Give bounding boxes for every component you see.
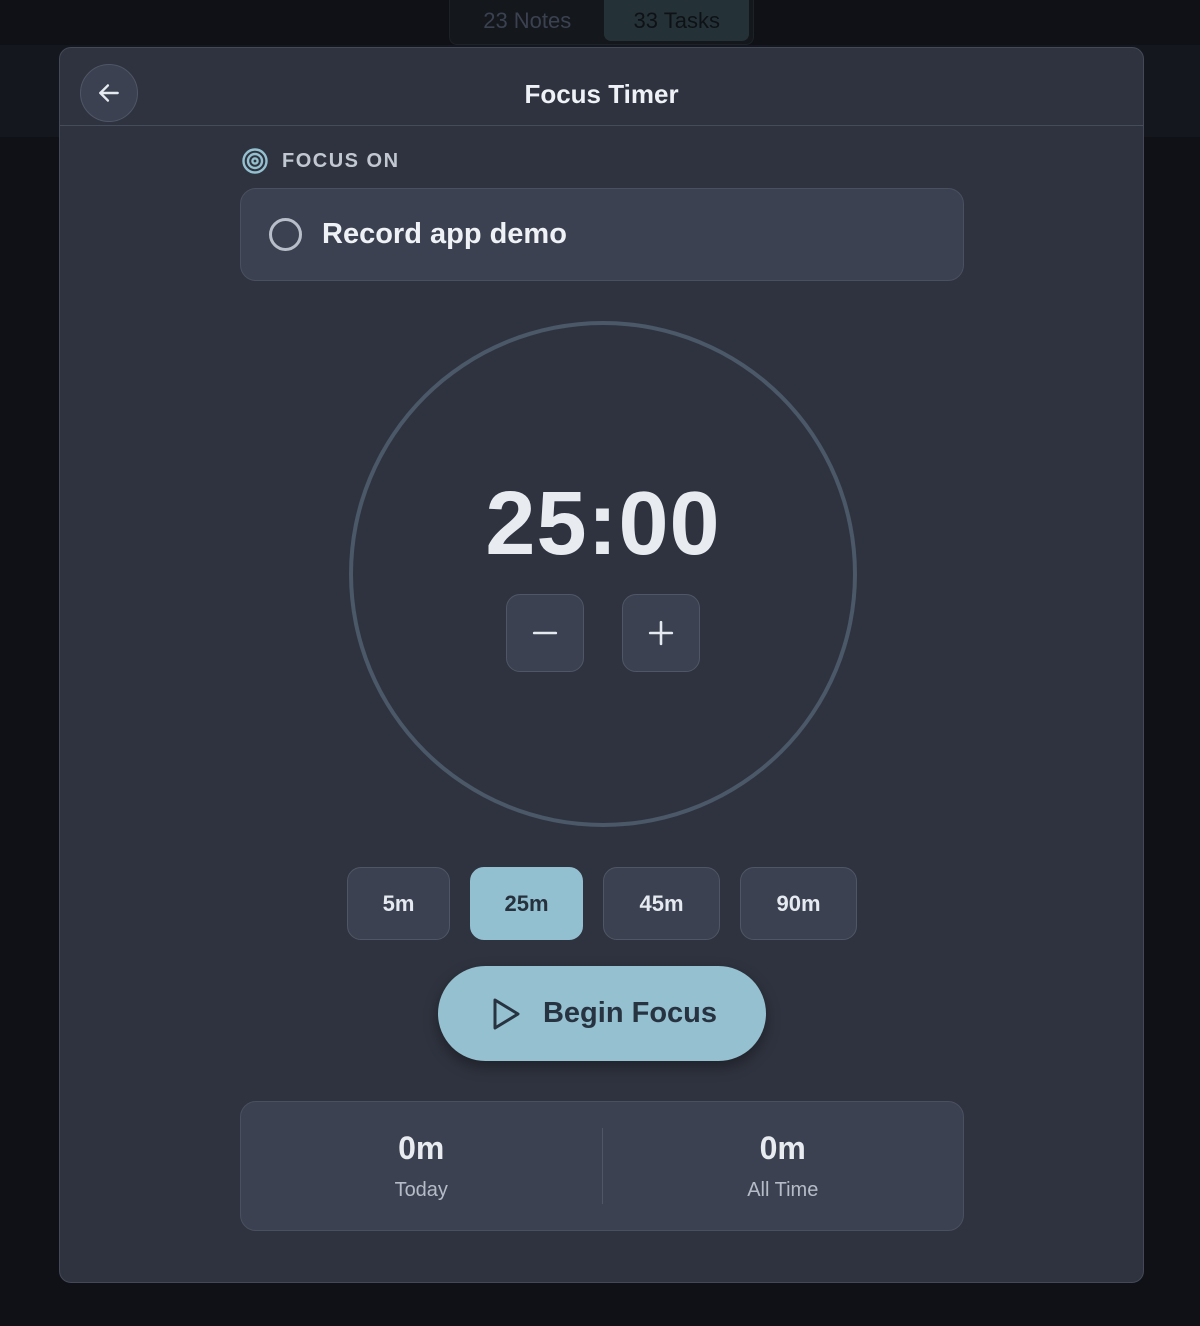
arrow-left-icon (99, 84, 119, 102)
timer-dial: 25:00 (349, 321, 857, 827)
begin-focus-label: Begin Focus (542, 997, 717, 1029)
preset-5m-button[interactable]: 5m (347, 867, 450, 940)
back-button[interactable] (80, 64, 138, 122)
focus-stats-card: 0m Today 0m All Time (240, 1101, 964, 1231)
stat-all-time-value: 0m (759, 1130, 806, 1166)
task-complete-checkbox[interactable] (269, 218, 302, 251)
preset-25m-button[interactable]: 25m (470, 867, 583, 940)
timer-display: 25:00 (485, 474, 721, 574)
stat-today: 0m Today (241, 1102, 602, 1230)
stat-today-label: Today (394, 1179, 448, 1201)
stat-today-value: 0m (398, 1130, 445, 1166)
increase-time-button[interactable] (622, 594, 700, 672)
modal-title: Focus Timer (524, 78, 679, 109)
focus-timer-modal: Focus Timer FOCUS ON Record app demo 25:… (59, 47, 1144, 1283)
play-icon (493, 998, 520, 1029)
plus-icon (648, 620, 674, 646)
focus-task-card[interactable]: Record app demo (240, 188, 964, 281)
focus-on-label: FOCUS ON (282, 149, 400, 172)
begin-focus-button[interactable]: Begin Focus (438, 966, 766, 1061)
focus-on-row: FOCUS ON (241, 146, 400, 176)
preset-90m-button[interactable]: 90m (740, 867, 857, 940)
focus-task-title: Record app demo (322, 218, 567, 250)
tab-notes[interactable]: 23 Notes (454, 0, 600, 41)
top-tab-bar: 23 Notes 33 Tasks (449, 0, 754, 45)
stat-all-time: 0m All Time (603, 1102, 964, 1230)
preset-45m-button[interactable]: 45m (603, 867, 720, 940)
decrease-time-button[interactable] (506, 594, 584, 672)
target-icon (242, 148, 268, 174)
tab-tasks[interactable]: 33 Tasks (604, 0, 749, 41)
minus-icon (532, 631, 558, 635)
stat-all-time-label: All Time (747, 1179, 819, 1201)
duration-presets: 5m 25m 45m 90m (347, 867, 857, 940)
